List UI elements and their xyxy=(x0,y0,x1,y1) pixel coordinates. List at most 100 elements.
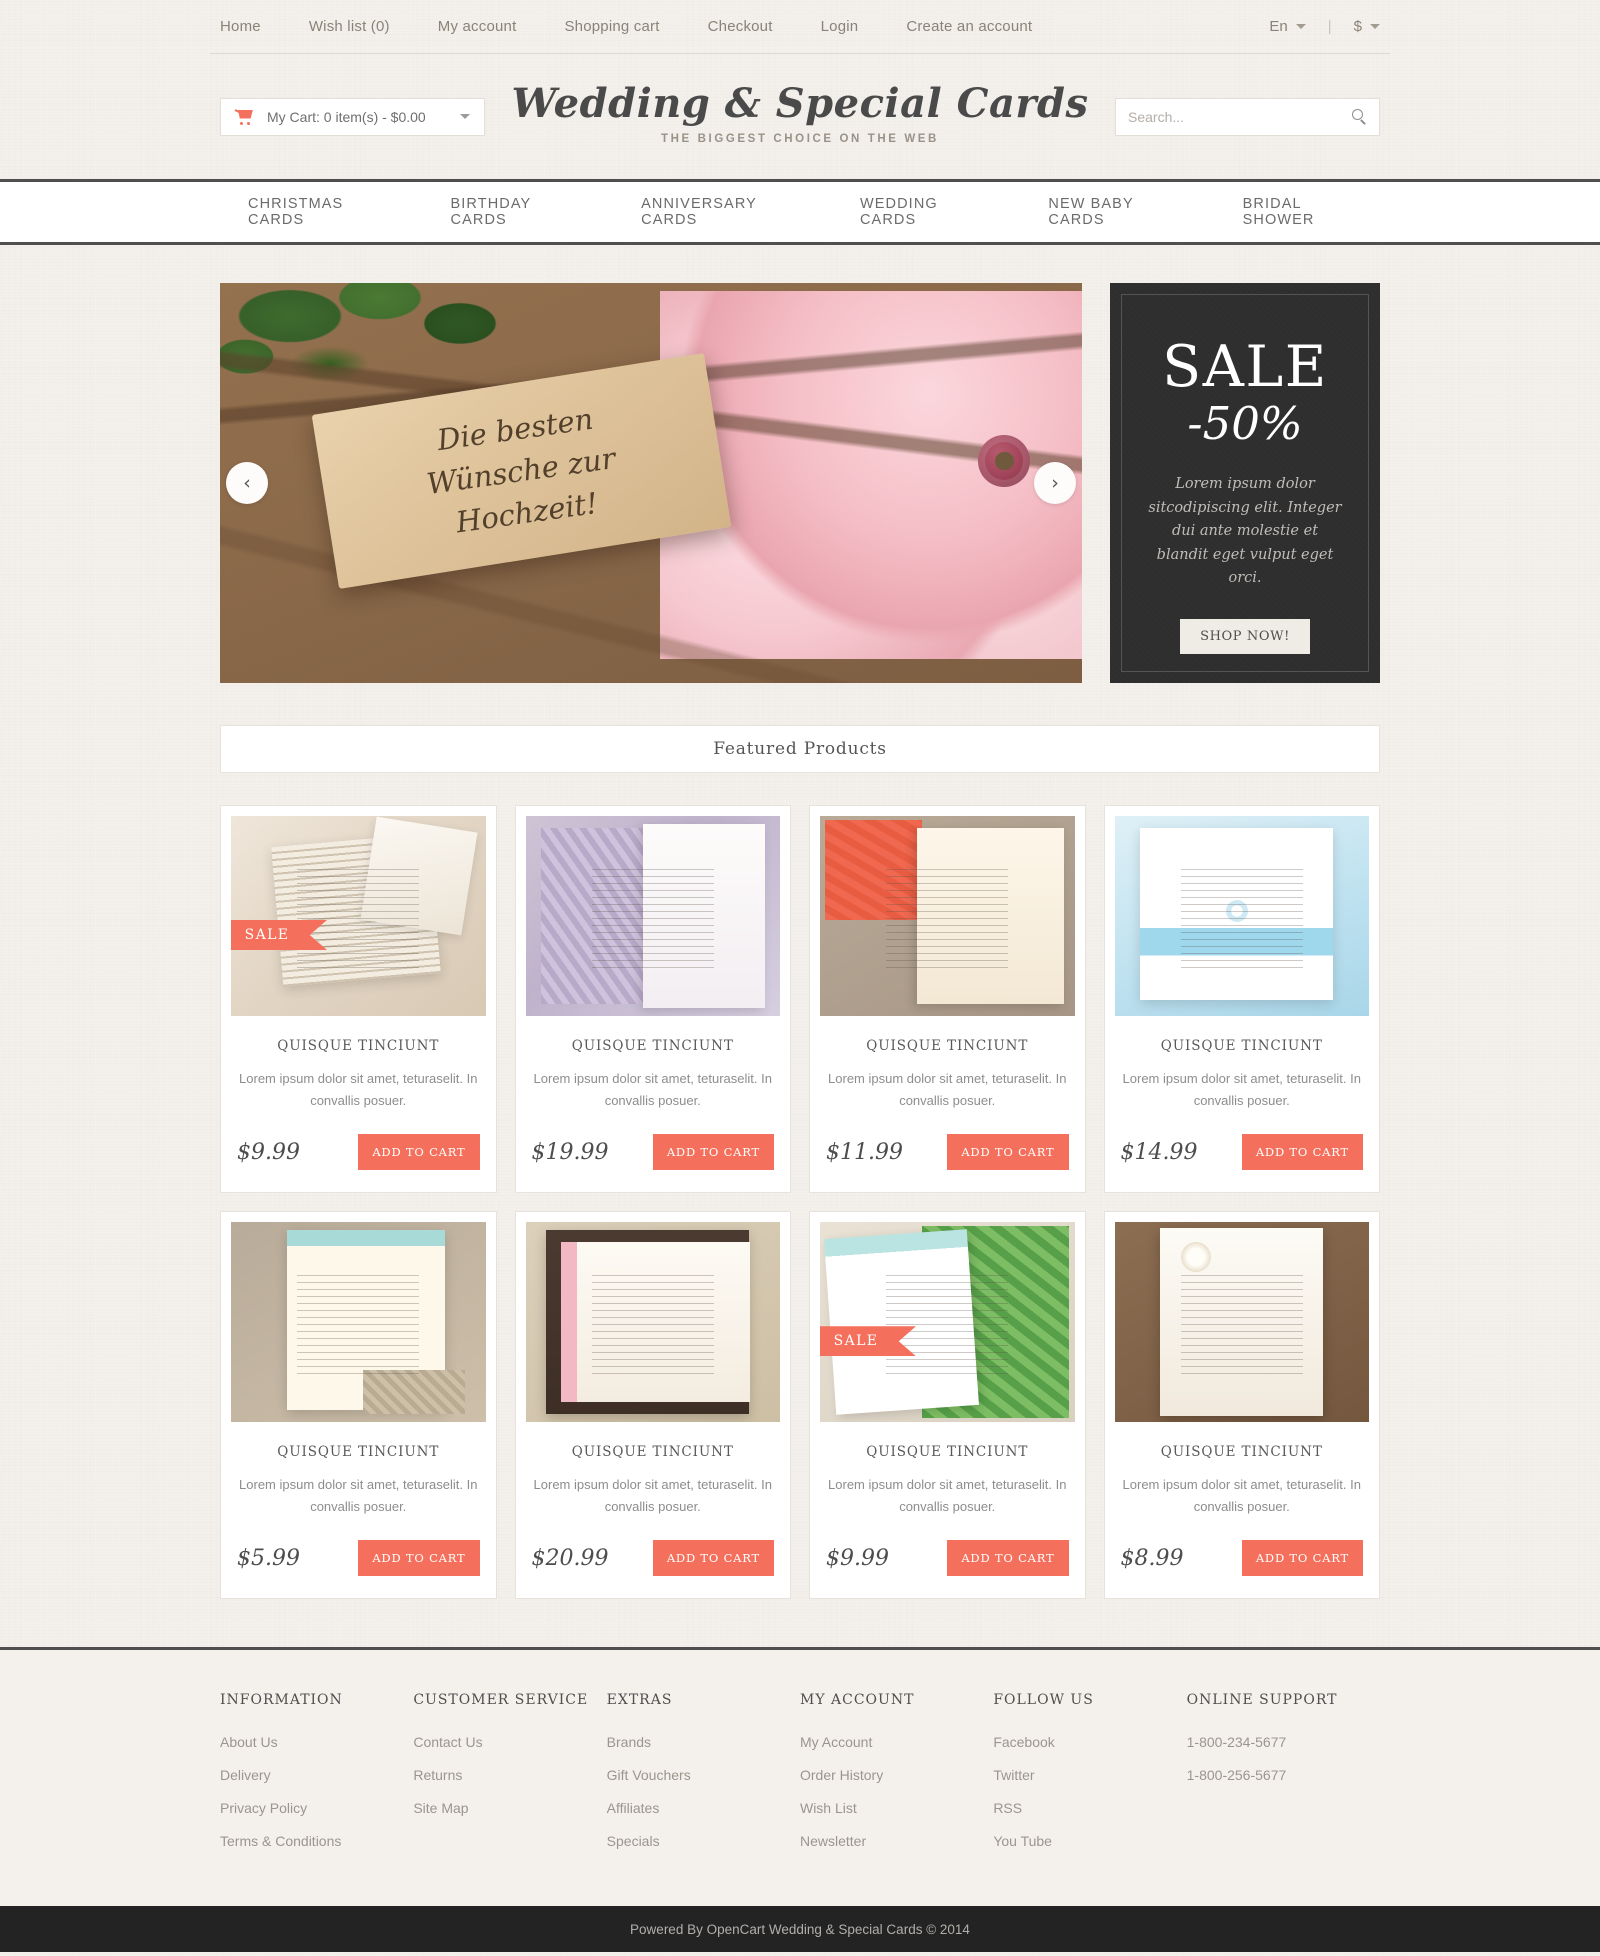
cart-button[interactable]: My Cart: 0 item(s) - $0.00 xyxy=(220,97,485,136)
product-footer: $11.99 ADD TO CART xyxy=(820,1134,1075,1171)
chevron-right-glyph: › xyxy=(1051,472,1059,494)
product-image-wrap[interactable] xyxy=(525,816,780,1016)
product-card[interactable]: QUISQUE TINCIUNT Lorem ipsum dolor sit am… xyxy=(1103,1211,1380,1600)
footer-link[interactable]: Newsletter xyxy=(800,1833,993,1849)
footer-heading: FOLLOW US xyxy=(993,1692,1094,1709)
nav-item-3[interactable]: WEDDING CARDS xyxy=(822,196,1010,228)
product-card[interactable]: QUISQUE TINCIUNT Lorem ipsum dolor sit am… xyxy=(514,805,791,1194)
top-link-2[interactable]: My account xyxy=(438,18,517,35)
product-title: QUISQUE TINCIUNT xyxy=(1160,1038,1323,1054)
product-image-wrap[interactable]: SALE xyxy=(820,1222,1075,1423)
top-link-5[interactable]: Login xyxy=(821,18,859,35)
footer-link[interactable]: RSS xyxy=(993,1800,1186,1816)
footer-link[interactable]: Order History xyxy=(800,1767,993,1783)
product-description: Lorem ipsum dolor sit amet, teturaselit.… xyxy=(1122,1477,1361,1515)
footer-link[interactable]: Facebook xyxy=(993,1734,1186,1750)
add-to-cart-button[interactable]: ADD TO CART xyxy=(947,1540,1069,1577)
product-card[interactable]: QUISQUE TINCIUNT Lorem ipsum dolor sit am… xyxy=(220,1211,497,1600)
top-link-0[interactable]: Home xyxy=(220,18,261,35)
product-image-wrap[interactable] xyxy=(1114,1222,1369,1423)
nav-item-1[interactable]: BIRTHDAY CARDS xyxy=(413,196,604,228)
footer-heading: INFORMATION xyxy=(220,1692,343,1709)
slider-prev-arrow-icon[interactable]: ‹ xyxy=(226,462,268,504)
footer-link[interactable]: Gift Vouchers xyxy=(607,1767,800,1783)
footer-column: EXTRAS Brands Gift Vouchers Affiliates Speci… xyxy=(607,1692,800,1866)
footer-columns: INFORMATION About Us Delivery Privacy Polic… xyxy=(210,1692,1390,1866)
slider-next-arrow-icon[interactable]: › xyxy=(1034,462,1076,504)
product-card[interactable]: QUISQUE TINCIUNT Lorem ipsum dolor sit am… xyxy=(809,805,1086,1194)
footer-column: CUSTOMER SERVICE Contact Us Returns Site Ma… xyxy=(413,1692,606,1866)
locale-selectors: En | $ xyxy=(1269,18,1380,35)
product-image-wrap[interactable] xyxy=(231,1222,486,1423)
product-title: QUISQUE TINCIUNT xyxy=(866,1444,1029,1461)
product-image-wrap[interactable]: SALE xyxy=(231,816,486,1016)
product-image-wrap[interactable] xyxy=(820,816,1075,1016)
slide-caption: Die besten Wünsche zur Hochzeit! xyxy=(425,401,619,540)
top-link-3[interactable]: Shopping cart xyxy=(564,18,659,35)
logo-title: Wedding & Special Cards xyxy=(511,80,1089,127)
add-to-cart-button[interactable]: ADD TO CART xyxy=(652,1540,774,1577)
hero-slider[interactable]: Die besten Wünsche zur Hochzeit! ‹ › xyxy=(220,283,1082,683)
product-text-lines xyxy=(297,864,420,968)
footer-heading: ONLINE SUPPORT xyxy=(1186,1692,1338,1709)
product-card[interactable]: QUISQUE TINCIUNT Lorem ipsum dolor sit am… xyxy=(514,1211,791,1600)
footer-link[interactable]: Twitter xyxy=(993,1767,1186,1783)
footer-column: ONLINE SUPPORT 1-800-234-5677 1-800-256-56… xyxy=(1187,1692,1380,1866)
footer-link[interactable]: Terms & Conditions xyxy=(220,1833,413,1849)
nav-item-2[interactable]: ANNIVERSARY CARDS xyxy=(603,196,822,228)
featured-products-title: Featured Products xyxy=(713,739,887,759)
shop-now-button[interactable]: SHOP NOW! xyxy=(1180,618,1310,654)
chevron-down-icon xyxy=(1370,24,1380,29)
search-icon[interactable] xyxy=(1352,109,1367,125)
footer-link[interactable]: About Us xyxy=(220,1734,413,1750)
chevron-down-icon xyxy=(460,114,470,119)
language-selector[interactable]: En xyxy=(1269,18,1306,35)
sale-banner[interactable]: SALE -50% Lorem ipsum dolor sitcodipisci… xyxy=(1110,283,1380,683)
add-to-cart-button[interactable]: ADD TO CART xyxy=(947,1134,1069,1171)
product-text-lines xyxy=(297,1270,420,1375)
nav-item-0[interactable]: CHRISTMAS CARDS xyxy=(210,196,413,228)
footer-link[interactable]: You Tube xyxy=(993,1833,1186,1849)
product-description: Lorem ipsum dolor sit amet, teturaselit.… xyxy=(828,1071,1067,1109)
copyright-bar: Powered By OpenCart Wedding & Special Ca… xyxy=(0,1906,1600,1953)
footer-link[interactable]: My Account xyxy=(800,1734,993,1750)
add-to-cart-button[interactable]: ADD TO CART xyxy=(358,1540,480,1577)
site-logo[interactable]: Wedding & Special Cards THE BIGGEST CHOI… xyxy=(485,80,1115,146)
product-card[interactable]: QUISQUE TINCIUNT Lorem ipsum dolor sit am… xyxy=(1103,805,1380,1194)
add-to-cart-button[interactable]: ADD TO CART xyxy=(1241,1134,1363,1171)
nav-item-4[interactable]: NEW BABY CARDS xyxy=(1010,196,1204,228)
add-to-cart-button[interactable]: ADD TO CART xyxy=(358,1134,480,1171)
product-image-wrap[interactable] xyxy=(1114,816,1369,1016)
footer-link[interactable]: Delivery xyxy=(220,1767,413,1783)
footer-link[interactable]: Affiliates xyxy=(607,1800,800,1816)
search-input[interactable] xyxy=(1128,108,1352,125)
top-link-4[interactable]: Checkout xyxy=(708,18,773,35)
search-box[interactable] xyxy=(1115,97,1380,136)
footer-link[interactable]: Wish List xyxy=(800,1800,993,1816)
footer-link[interactable]: Brands xyxy=(607,1734,800,1750)
footer-phone: 1-800-256-5677 xyxy=(1186,1767,1287,1784)
footer-link[interactable]: Site Map xyxy=(413,1800,606,1816)
product-image-wrap[interactable] xyxy=(525,1222,780,1423)
product-title: QUISQUE TINCIUNT xyxy=(866,1038,1029,1054)
product-price: $9.99 xyxy=(237,1139,300,1165)
nav-item-5[interactable]: BRIDAL SHOWER xyxy=(1205,196,1390,228)
footer-link[interactable]: Specials xyxy=(607,1833,800,1849)
product-grid: SALE QUISQUE TINCIUNT Lorem ipsum dolor si… xyxy=(210,773,1390,1600)
add-to-cart-button[interactable]: ADD TO CART xyxy=(652,1134,774,1171)
product-description: Lorem ipsum dolor sit amet, teturaselit.… xyxy=(533,1477,772,1515)
footer-link[interactable]: Contact Us xyxy=(413,1734,606,1750)
product-price: $5.99 xyxy=(237,1545,300,1571)
product-text-lines xyxy=(591,1270,714,1375)
product-card[interactable]: SALE QUISQUE TINCIUNT Lorem ipsum dolor si… xyxy=(220,805,497,1194)
footer-column: INFORMATION About Us Delivery Privacy Polic… xyxy=(220,1692,413,1866)
top-link-1[interactable]: Wish list (0) xyxy=(309,18,390,35)
footer-link[interactable]: Returns xyxy=(413,1767,606,1783)
add-to-cart-button[interactable]: ADD TO CART xyxy=(1241,1540,1363,1577)
top-link-6[interactable]: Create an account xyxy=(906,18,1032,35)
product-card[interactable]: SALE QUISQUE TINCIUNT Lorem ipsum dolor si… xyxy=(809,1211,1086,1600)
product-price: $20.99 xyxy=(531,1545,609,1571)
currency-selector[interactable]: $ xyxy=(1354,18,1380,35)
sale-ribbon-label: SALE xyxy=(244,927,290,943)
footer-link[interactable]: Privacy Policy xyxy=(220,1800,413,1816)
